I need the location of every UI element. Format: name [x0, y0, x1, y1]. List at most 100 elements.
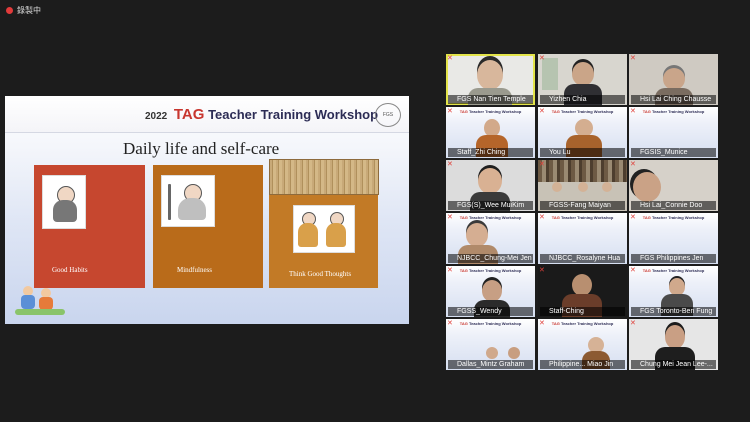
person-head	[633, 172, 661, 202]
tile-slide-title-rest: Teacher Training Workshop	[468, 268, 522, 273]
mic-muted-icon: ✕	[447, 55, 453, 62]
mic-muted-icon: ✕	[539, 214, 545, 221]
participant-tile[interactable]: TAG Teacher Training Workshop ✕ Philippi…	[538, 319, 627, 370]
participant-name: FGSS-Fang Maiyan	[540, 201, 625, 210]
tile-slide-tag: TAG	[551, 109, 560, 114]
tile-slide-tag: TAG	[459, 321, 468, 326]
mindfulness-image	[161, 175, 215, 227]
person-head	[477, 60, 503, 90]
scripture-scroll-image	[269, 159, 379, 195]
tile-slide-title-rest: Teacher Training Workshop	[560, 215, 614, 220]
participant-tile[interactable]: ✕ Hsi Lai Ching Chausse	[629, 54, 718, 105]
participant-name: Chung Mei Jean Lee-...	[631, 360, 716, 369]
meditating-robe-icon	[178, 198, 206, 220]
person-head	[665, 325, 685, 349]
tile-slide-tag: TAG	[642, 268, 651, 273]
participant-tile[interactable]: TAG Teacher Training Workshop ✕ FGS Toro…	[629, 266, 718, 317]
participant-tile[interactable]: ✕ Chung Mei Jean Lee-...	[629, 319, 718, 370]
tile-slide-tag: TAG	[551, 215, 560, 220]
participant-name: FGS Toronto-Ben Fung	[631, 307, 716, 316]
person-head	[572, 62, 594, 86]
participant-tile[interactable]: ✕ FGS(S)_Wee MuiKim	[446, 160, 535, 211]
tile-slide-title-rest: Teacher Training Workshop	[468, 321, 522, 326]
tile-slide-tag: TAG	[642, 215, 651, 220]
tile-slide-tag: TAG	[459, 109, 468, 114]
card-think-good-thoughts: Think Good Thoughts	[269, 159, 379, 288]
card-good-habits: Good Habits	[34, 165, 145, 288]
mic-muted-icon: ✕	[630, 267, 636, 274]
bookshelf-background	[538, 160, 627, 182]
participant-tile[interactable]: ✕ Yizhen Chia	[538, 54, 627, 105]
tile-slide-title: TAG Teacher Training Workshop	[446, 215, 535, 220]
recording-indicator[interactable]: 錄製中	[6, 5, 41, 16]
person-head	[508, 347, 520, 359]
record-dot-icon	[6, 7, 13, 14]
tile-slide-title-rest: Teacher Training Workshop	[560, 109, 614, 114]
incense-icon	[168, 184, 171, 220]
participant-name: FGSS_Wendy	[448, 307, 533, 316]
mic-muted-icon: ✕	[447, 108, 453, 115]
tile-slide-tag: TAG	[459, 268, 468, 273]
participant-tile[interactable]: ✕ FGS Nan Tien Temple	[446, 54, 535, 105]
recording-label: 錄製中	[17, 6, 41, 15]
tile-slide-tag: TAG	[642, 109, 651, 114]
participant-tile[interactable]: ✕ Staff-Ching	[538, 266, 627, 317]
slide-tag: TAG	[173, 106, 205, 123]
card-label-good-habits: Good Habits	[52, 266, 88, 274]
participant-tile[interactable]: TAG Teacher Training Workshop ✕ NJBCC_Ch…	[446, 213, 535, 264]
monk-robe-icon	[53, 200, 77, 222]
mic-muted-icon: ✕	[539, 320, 545, 327]
mic-muted-icon: ✕	[630, 55, 636, 62]
tile-slide-title-rest: Teacher Training Workshop	[468, 109, 522, 114]
kid-one-body-icon	[21, 295, 35, 309]
participant-tile[interactable]: TAG Teacher Training Workshop ✕ You Lu	[538, 107, 627, 158]
tile-slide-title: TAG Teacher Training Workshop	[446, 321, 535, 326]
participant-name: FGSIS_Munice	[631, 148, 716, 157]
shared-screen[interactable]: 2022 TAG Teacher Training Workshop FGS D…	[5, 96, 409, 324]
participant-name: Philippine... Miao Jin	[540, 360, 625, 369]
mic-muted-icon: ✕	[630, 161, 636, 168]
card-label-think-good-thoughts: Think Good Thoughts	[289, 270, 352, 278]
participant-tile[interactable]: TAG Teacher Training Workshop ✕ FGSIS_Mu…	[629, 107, 718, 158]
card-mindfulness: Mindfulness	[153, 165, 263, 288]
tile-slide-title: TAG Teacher Training Workshop	[629, 109, 718, 114]
participant-name: Yizhen Chia	[540, 95, 625, 104]
tile-slide-title: TAG Teacher Training Workshop	[629, 268, 718, 273]
mic-muted-icon: ✕	[447, 214, 453, 221]
participant-tile[interactable]: TAG Teacher Training Workshop ✕ Dallas_M…	[446, 319, 535, 370]
card-label-mindfulness: Mindfulness	[177, 266, 212, 274]
participant-name: Hsi Lai_Connie Doo	[631, 201, 716, 210]
person-head	[482, 280, 502, 302]
participant-name: You Lu	[540, 148, 625, 157]
tile-slide-tag: TAG	[459, 215, 468, 220]
participant-tile[interactable]: TAG Teacher Training Workshop ✕ NJBCC_Ro…	[538, 213, 627, 264]
participant-name: Dallas_Mintz Graham	[448, 360, 533, 369]
participant-tile[interactable]: ✕ Hsi Lai_Connie Doo	[629, 160, 718, 211]
participant-tile[interactable]: TAG Teacher Training Workshop ✕ FGSS_Wen…	[446, 266, 535, 317]
person-head	[602, 182, 612, 192]
participant-name: NJBCC_Rosalyne Hua	[540, 254, 625, 263]
fgs-logo-text: FGS	[382, 112, 394, 118]
participant-name: NJBCC_Chung-Mei Jen	[448, 254, 533, 263]
slide-subtitle: Daily life and self-care	[123, 139, 280, 158]
think-good-thoughts-image	[293, 205, 355, 253]
slide-header: 2022 TAG Teacher Training Workshop FGS	[5, 96, 409, 133]
participant-name: FGS Nan Tien Temple	[448, 95, 533, 104]
tile-slide-title-rest: Teacher Training Workshop	[651, 268, 705, 273]
tile-slide-title: TAG Teacher Training Workshop	[629, 215, 718, 220]
kids-illustration	[15, 282, 65, 316]
participant-tile[interactable]: TAG Teacher Training Workshop ✕ Staff_Zh…	[446, 107, 535, 158]
window-background	[542, 58, 558, 90]
mic-muted-icon: ✕	[447, 320, 453, 327]
good-habits-image	[42, 175, 86, 229]
participant-tile[interactable]: ✕ FGSS-Fang Maiyan	[538, 160, 627, 211]
participant-name: FGS(S)_Wee MuiKim	[448, 201, 533, 210]
fgs-logo: FGS	[375, 103, 401, 127]
person-head	[478, 168, 502, 194]
tile-slide-title: TAG Teacher Training Workshop	[538, 109, 627, 114]
person-head	[663, 68, 685, 90]
monk-left-robe-icon	[298, 223, 318, 247]
participant-tile[interactable]: TAG Teacher Training Workshop ✕ FGS Phil…	[629, 213, 718, 264]
person-head	[572, 274, 592, 296]
tile-slide-title-rest: Teacher Training Workshop	[468, 215, 522, 220]
